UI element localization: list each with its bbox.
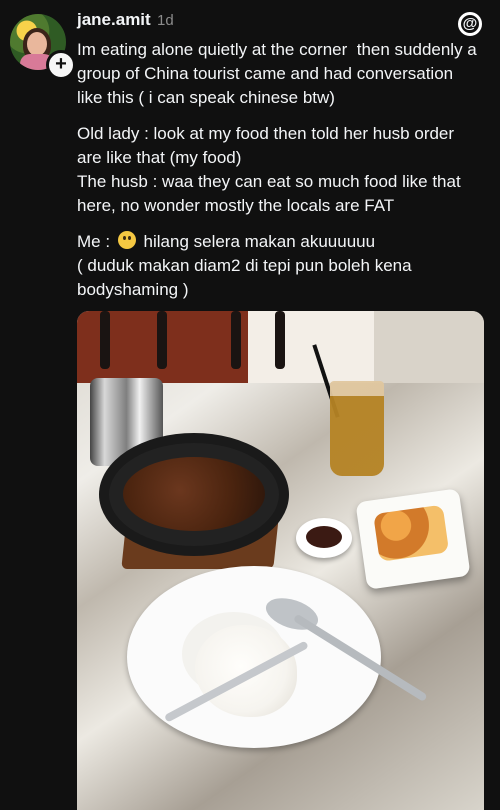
fried-dough-bowl [355,488,471,590]
chair-leg [157,311,167,369]
post-text-prefix: Me : [77,232,115,251]
iced-tea-glass [330,381,384,476]
threads-logo-icon[interactable]: @ [458,12,482,36]
post-time: 1d [157,12,174,29]
username[interactable]: jane.amit [77,10,151,30]
chair-leg [231,311,241,369]
avatar-face [27,32,47,56]
pleading-face-emoji [117,231,136,249]
post-text-paragraph-3: Me : hilang selera makan akuuuuuu ( dudu… [77,230,483,302]
chair-leg [275,311,285,369]
fried-dough [373,504,450,562]
post-text-paragraph-1: Im eating alone quietly at the corner th… [77,40,482,107]
bak-kut-teh-soup [123,457,265,531]
plus-icon[interactable]: + [46,50,76,80]
chili-sauce-dish [296,518,352,558]
chair-leg [100,311,110,369]
post-photo[interactable] [77,311,484,810]
post-text-paragraph-2: Old lady : look at my food then told her… [77,124,461,215]
